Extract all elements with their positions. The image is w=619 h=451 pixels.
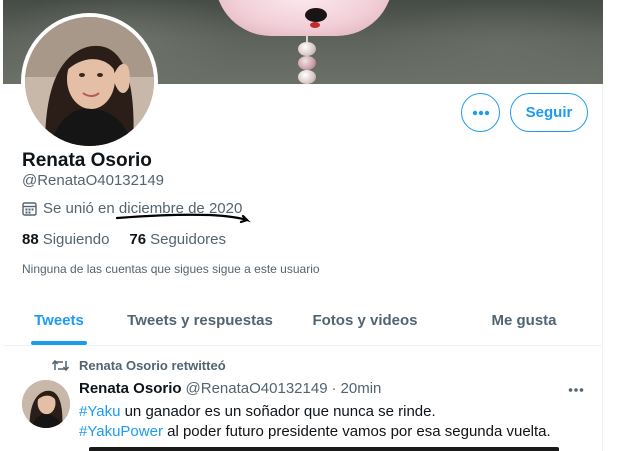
profile-page: Seguir Renata Osorio @RenataO40132149 Se… bbox=[3, 0, 603, 451]
more-options-button[interactable] bbox=[461, 93, 500, 132]
followers-link[interactable]: 76 Seguidores bbox=[129, 231, 226, 248]
profile-stats: 88 Siguiendo 76 Seguidores bbox=[22, 231, 226, 248]
tab-tweets[interactable]: Tweets bbox=[3, 296, 115, 345]
tweet-author-name[interactable]: Renata Osorio bbox=[79, 380, 182, 397]
retweet-icon bbox=[52, 359, 69, 372]
handdrawn-underline-annotation bbox=[115, 213, 251, 224]
calendar-icon bbox=[22, 202, 37, 216]
follow-button[interactable]: Seguir bbox=[510, 93, 588, 132]
tweet-media-preview[interactable] bbox=[89, 447, 559, 451]
more-horizontal-icon bbox=[472, 110, 489, 115]
profile-tabs: Tweets Tweets y respuestas Fotos y video… bbox=[3, 296, 603, 346]
profile-name: Renata Osorio bbox=[22, 150, 152, 171]
tweet-author-avatar[interactable] bbox=[22, 380, 70, 428]
tweet-body: #Yaku un ganador es un soñador que nunca… bbox=[79, 402, 589, 442]
profile-handle: @RenataO40132149 bbox=[22, 172, 165, 189]
retweet-label[interactable]: Renata Osorio retwitteó bbox=[79, 358, 226, 373]
retweet-context: Renata Osorio retwitteó bbox=[52, 358, 226, 373]
following-link[interactable]: 88 Siguiendo bbox=[22, 231, 109, 248]
tweet-more-button[interactable] bbox=[568, 380, 584, 398]
tab-photos-and-videos[interactable]: Fotos y videos bbox=[285, 296, 445, 345]
page-gutter bbox=[603, 0, 619, 451]
tweet-line-1: #Yaku un ganador es un soñador que nunca… bbox=[79, 403, 436, 420]
tweet-author-handle[interactable]: @RenataO40132149 bbox=[186, 380, 328, 397]
followers-you-know-note: Ninguna de las cuentas que sigues sigue … bbox=[22, 262, 320, 276]
tweet-line-2: #YakuPower al poder futuro presidente va… bbox=[79, 423, 551, 440]
tweet-separator: · bbox=[331, 380, 337, 397]
tab-tweets-and-replies[interactable]: Tweets y respuestas bbox=[115, 296, 285, 345]
tweet-header: Renata Osorio @RenataO40132149 · 20min bbox=[79, 380, 381, 397]
hashtag-link[interactable]: #Yaku bbox=[79, 403, 120, 420]
more-horizontal-icon bbox=[568, 388, 584, 392]
tab-likes[interactable]: Me gusta bbox=[445, 296, 603, 345]
hashtag-link[interactable]: #YakuPower bbox=[79, 423, 163, 440]
tweet-time[interactable]: 20min bbox=[341, 380, 382, 397]
profile-avatar[interactable] bbox=[21, 13, 158, 150]
